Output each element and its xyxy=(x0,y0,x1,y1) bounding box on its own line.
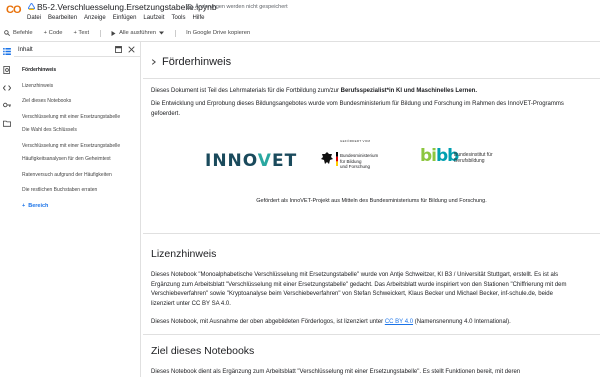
close-panel-button[interactable] xyxy=(127,45,136,54)
chevron-down-icon xyxy=(159,31,165,35)
innovet-logo-text-v: V xyxy=(257,151,272,171)
toc-item[interactable]: Ratenversuch aufgrund der Häufigkeiten xyxy=(22,172,138,179)
bibb-logo: bibb Bundesinstitut für Berufsbildung xyxy=(420,146,540,176)
bibb-mark: bibb xyxy=(420,146,459,166)
menu-anzeige[interactable]: Anzeige xyxy=(84,15,106,21)
code-snippets-rail-button[interactable] xyxy=(3,84,11,92)
menu-hilfe[interactable]: Hilfe xyxy=(192,15,204,21)
section-heading-foerderhinweis[interactable]: Förderhinweis xyxy=(151,56,231,68)
save-status[interactable]: Änderungen werden nicht gespeichert xyxy=(187,4,288,10)
menu-datei[interactable]: Datei xyxy=(27,15,41,21)
plus-icon: + xyxy=(22,202,26,209)
add-text-button[interactable]: + Text xyxy=(74,30,90,36)
section-heading-lizenzhinweis[interactable]: Lizenzhinweis xyxy=(151,248,216,260)
table-of-contents-icon xyxy=(3,47,11,55)
bibb-mark-text-a: bi xyxy=(420,146,437,166)
commands-button[interactable]: Befehle xyxy=(4,30,33,36)
colab-logo[interactable]: CO xyxy=(6,4,21,16)
search-rail-button[interactable] xyxy=(3,66,11,74)
open-in-new-icon xyxy=(115,46,122,53)
innovet-logo-text-a: INNO xyxy=(205,151,258,171)
commands-label: Befehle xyxy=(13,30,33,36)
funding-paragraph-2: Die Entwicklung und Erprobung dieses Bil… xyxy=(151,101,564,117)
toolbar-divider xyxy=(100,29,102,37)
german-flag-icon xyxy=(336,152,338,166)
panel-header: Inhalt xyxy=(14,42,141,57)
cell-divider xyxy=(143,233,600,234)
toc-list: Förderhinweis Lizenzhinweis Ziel dieses … xyxy=(22,67,138,209)
run-all-label: Alle ausführen xyxy=(119,30,157,36)
funding-text: Dieses Dokument ist Teil des Lehrmateria… xyxy=(151,88,341,94)
add-code-button[interactable]: + Code xyxy=(44,30,63,36)
bmbf-name: Bundesministerium für Bildung und Forsch… xyxy=(340,153,378,170)
toolbar: Befehle + Code + Text Alle ausführen In … xyxy=(0,26,600,40)
cloud-off-icon xyxy=(187,4,193,10)
innovet-logo-text-b: ET xyxy=(271,151,298,171)
bmbf-line: Bundesministerium xyxy=(340,153,379,158)
license-paragraph-1: Dieses Notebook "Monoalphabetische Versc… xyxy=(151,272,567,307)
license-text: (Namensnennung 4.0 International). xyxy=(413,319,511,325)
heading-text: Förderhinweis xyxy=(162,56,232,68)
toc-item[interactable]: Verschlüsselung mit einer Ersetzungstabe… xyxy=(22,114,138,121)
logo-text: CO xyxy=(6,4,21,16)
toc-item[interactable]: Ziel dieses Notebooks xyxy=(22,98,138,105)
bibb-name: Bundesinstitut für Berufsbildung xyxy=(454,152,493,164)
panel-title: Inhalt xyxy=(18,47,33,53)
toc-item[interactable]: Die restlichen Buchstaben erraten xyxy=(22,187,138,194)
add-section-label: Bereich xyxy=(28,202,49,209)
federal-eagle-icon xyxy=(321,152,333,164)
innovet-logo: INNOVET xyxy=(205,151,297,171)
toc-item[interactable]: Lizenzhinweis xyxy=(22,83,138,90)
files-rail-button[interactable] xyxy=(3,119,11,127)
toc-item[interactable]: Häufigkeitsanalysen für den Geheimtext xyxy=(22,156,138,163)
folder-icon xyxy=(3,120,11,127)
toc-rail-button[interactable] xyxy=(3,47,11,55)
menu-bearbeiten[interactable]: Bearbeiten xyxy=(48,15,77,21)
find-replace-icon xyxy=(3,66,10,74)
app-header: CO B5-2.Verschluesselung.Ersetzungstabel… xyxy=(0,0,600,26)
key-icon xyxy=(3,102,11,108)
code-icon xyxy=(3,85,11,91)
notebook-content: Förderhinweis Dieses Dokument ist Teil d… xyxy=(143,42,600,377)
add-section-button[interactable]: + Bereich xyxy=(22,203,138,209)
menu-laufzeit[interactable]: Laufzeit xyxy=(143,15,164,21)
close-icon xyxy=(128,46,135,53)
bmbf-line: und Forschung xyxy=(340,164,371,169)
funding-logos: INNOVET GEFÖRDERT VOM Bundesministerium … xyxy=(203,137,533,187)
side-rail xyxy=(0,42,14,377)
funding-paragraph-1: Dieses Dokument ist Teil des Lehrmateria… xyxy=(151,87,571,97)
play-icon xyxy=(111,30,116,36)
toc-item[interactable]: Die Wahl des Schlüssels xyxy=(22,127,138,134)
logos-caption: Gefördert als InnoVET-Projekt aus Mittel… xyxy=(256,198,487,204)
menu-tools[interactable]: Tools xyxy=(171,15,185,21)
add-text-label: + Text xyxy=(73,30,90,36)
run-all-button[interactable]: Alle ausführen xyxy=(111,30,165,36)
bibb-line: Berufsbildung xyxy=(454,158,485,164)
table-of-contents-panel: Inhalt Förderhinweis Lizenzhinweis Ziel … xyxy=(14,42,141,377)
funding-bold-text: Berufsspezialist*in KI und Maschinelles … xyxy=(340,88,478,94)
add-code-label: + Code xyxy=(43,30,63,36)
copy-to-drive-button[interactable]: In Google Drive kopieren xyxy=(186,30,250,36)
menu-einfuegen[interactable]: Einfügen xyxy=(113,15,137,21)
goal-paragraph-1: Dieses Notebook dient als Ergänzung zum … xyxy=(151,369,521,375)
copy-to-drive-label: In Google Drive kopieren xyxy=(186,30,251,36)
toolbar-divider xyxy=(175,29,177,37)
open-in-tab-button[interactable] xyxy=(114,45,123,54)
cc-by-link[interactable]: CC BY 4.0 xyxy=(385,319,413,325)
collapse-chevron-icon xyxy=(151,59,156,65)
toc-item[interactable]: Förderhinweis xyxy=(22,67,138,74)
section-heading-ziel[interactable]: Ziel dieses Notebooks xyxy=(151,345,254,357)
search-icon xyxy=(4,30,10,36)
save-status-text: Änderungen werden nicht gespeichert xyxy=(195,4,288,10)
license-paragraph-2: Dieses Notebook, mit Ausnahme der oben a… xyxy=(151,318,571,328)
drive-icon xyxy=(28,3,35,10)
bmbf-logo: GEFÖRDERT VOM Bundesministerium für Bild… xyxy=(319,137,409,187)
license-text: Dieses Notebook, mit Ausnahme der oben a… xyxy=(151,319,385,325)
toc-item[interactable]: Verschlüsselung mit einer Ersetzungstabe… xyxy=(22,143,138,150)
menu-bar: Datei Bearbeiten Anzeige Einfügen Laufze… xyxy=(27,15,204,21)
cell-divider xyxy=(143,78,600,79)
cell-divider xyxy=(143,334,600,335)
secrets-rail-button[interactable] xyxy=(3,101,11,109)
bmbf-caption: GEFÖRDERT VOM xyxy=(340,139,371,143)
